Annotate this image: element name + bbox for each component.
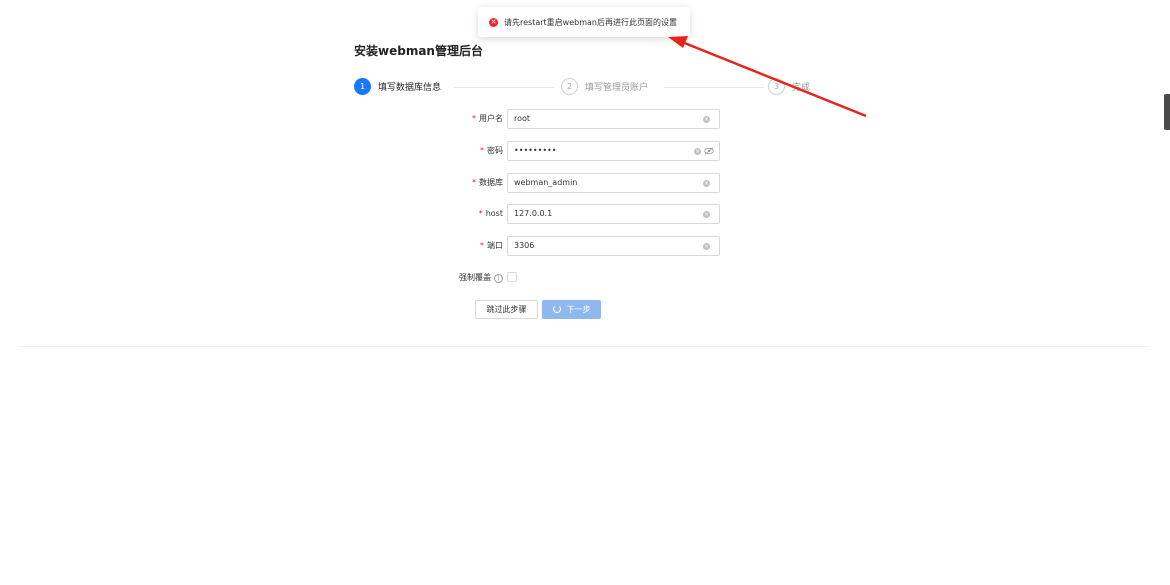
annotation-arrow-icon <box>668 36 867 118</box>
